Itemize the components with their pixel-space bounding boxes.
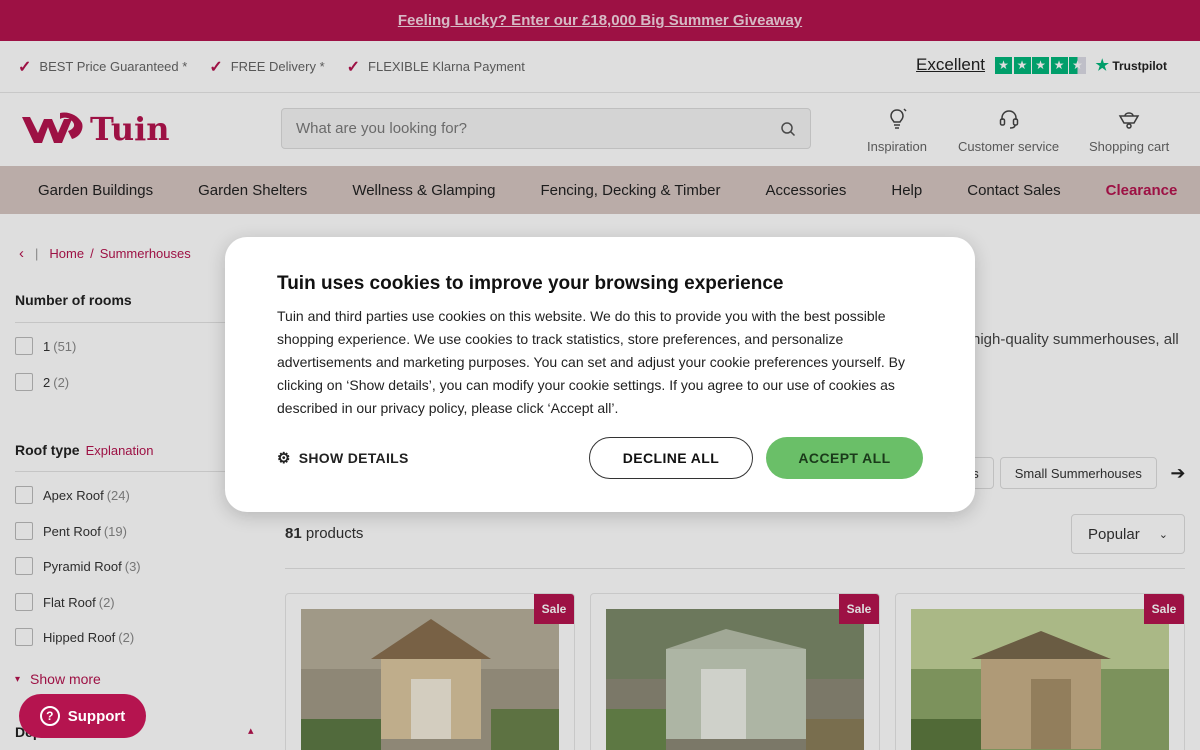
cookie-actions: ⚙ SHOW DETAILS DECLINE ALL ACCEPT ALL (277, 437, 923, 479)
show-details-button[interactable]: ⚙ SHOW DETAILS (277, 449, 409, 467)
cookie-title: Tuin uses cookies to improve your browsi… (277, 273, 784, 294)
support-label: Support (67, 707, 126, 725)
gear-icon: ⚙ (277, 450, 291, 467)
accept-all-button[interactable]: ACCEPT ALL (766, 437, 923, 479)
decline-all-button[interactable]: DECLINE ALL (589, 437, 753, 479)
support-button[interactable]: ? Support (19, 694, 146, 738)
help-icon: ? (39, 706, 60, 726)
cookie-consent-dialog: Tuin uses cookies to improve your browsi… (225, 237, 975, 512)
cookie-body: Tuin and third parties use cookies on th… (277, 308, 906, 416)
show-details-label: SHOW DETAILS (298, 450, 409, 466)
